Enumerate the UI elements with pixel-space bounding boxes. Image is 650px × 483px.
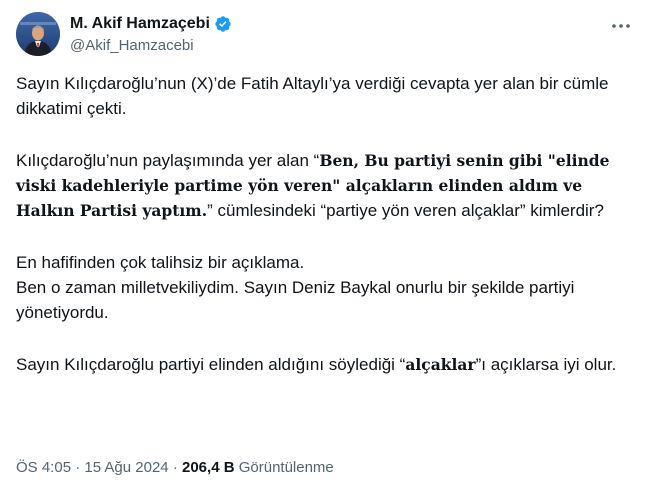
meta-separator-2: ·	[168, 459, 182, 476]
more-options-icon[interactable]	[610, 16, 632, 36]
paragraph-4-ending: ”ı açıklarsa iyi olur.	[475, 355, 617, 374]
tweet-paragraph-4: Sayın Kılıçdaroğlu partiyi elinden aldığ…	[16, 352, 632, 377]
verified-badge-icon[interactable]	[214, 15, 232, 33]
tweet-time: ÖS 4:05	[16, 459, 72, 476]
tweet-header: M. Akif Hamzaçebi @Akif_Hamzacebi	[16, 10, 634, 58]
paragraph-3-line-1: En hafifinden çok talihsiz bir açıklama.	[16, 253, 305, 272]
tweet-timestamp[interactable]: ÖS 4:05 · 15 Ağu 2024	[16, 459, 169, 476]
tweet-text: Sayın Kılıçdaroğlu’nun (X)’de Fatih Alta…	[16, 71, 632, 404]
author-handle[interactable]: @Akif_Hamzacebi	[70, 36, 232, 56]
tweet-date: 15 Ağu 2024	[84, 459, 169, 476]
meta-separator-1: ·	[71, 459, 85, 476]
views-count: 206,4 B	[182, 459, 235, 476]
quoted-word: alçaklar	[405, 355, 476, 374]
author-display-name[interactable]: M. Akif Hamzaçebi	[70, 14, 210, 34]
tweet-paragraph-3: En hafifinden çok talihsiz bir açıklama.…	[16, 250, 632, 325]
paragraph-4-intro: Sayın Kılıçdaroğlu partiyi elinden aldığ…	[16, 355, 406, 374]
author-names: M. Akif Hamzaçebi @Akif_Hamzacebi	[70, 14, 232, 56]
tweet-paragraph-1: Sayın Kılıçdaroğlu’nun (X)’de Fatih Alta…	[16, 74, 609, 118]
tweet-paragraph-2: Kılıçdaroğlu’nun paylaşımında yer alan “…	[16, 148, 632, 223]
author-avatar[interactable]	[16, 12, 60, 56]
paragraph-2-question: ” cümlesindeki “partiye yön veren alçakl…	[207, 201, 604, 220]
paragraph-3-line-2: Ben o zaman milletvekiliydim. Sayın Deni…	[16, 278, 575, 322]
tweet-card: M. Akif Hamzaçebi @Akif_Hamzacebi Sayın …	[0, 0, 650, 483]
profile-photo-icon	[16, 12, 60, 56]
paragraph-2-intro: Kılıçdaroğlu’nun paylaşımında yer alan “	[16, 151, 320, 170]
views-label: Görüntülenme	[238, 459, 334, 476]
tweet-meta: ÖS 4:05 · 15 Ağu 2024 · 206,4 B Görüntül…	[16, 458, 334, 478]
